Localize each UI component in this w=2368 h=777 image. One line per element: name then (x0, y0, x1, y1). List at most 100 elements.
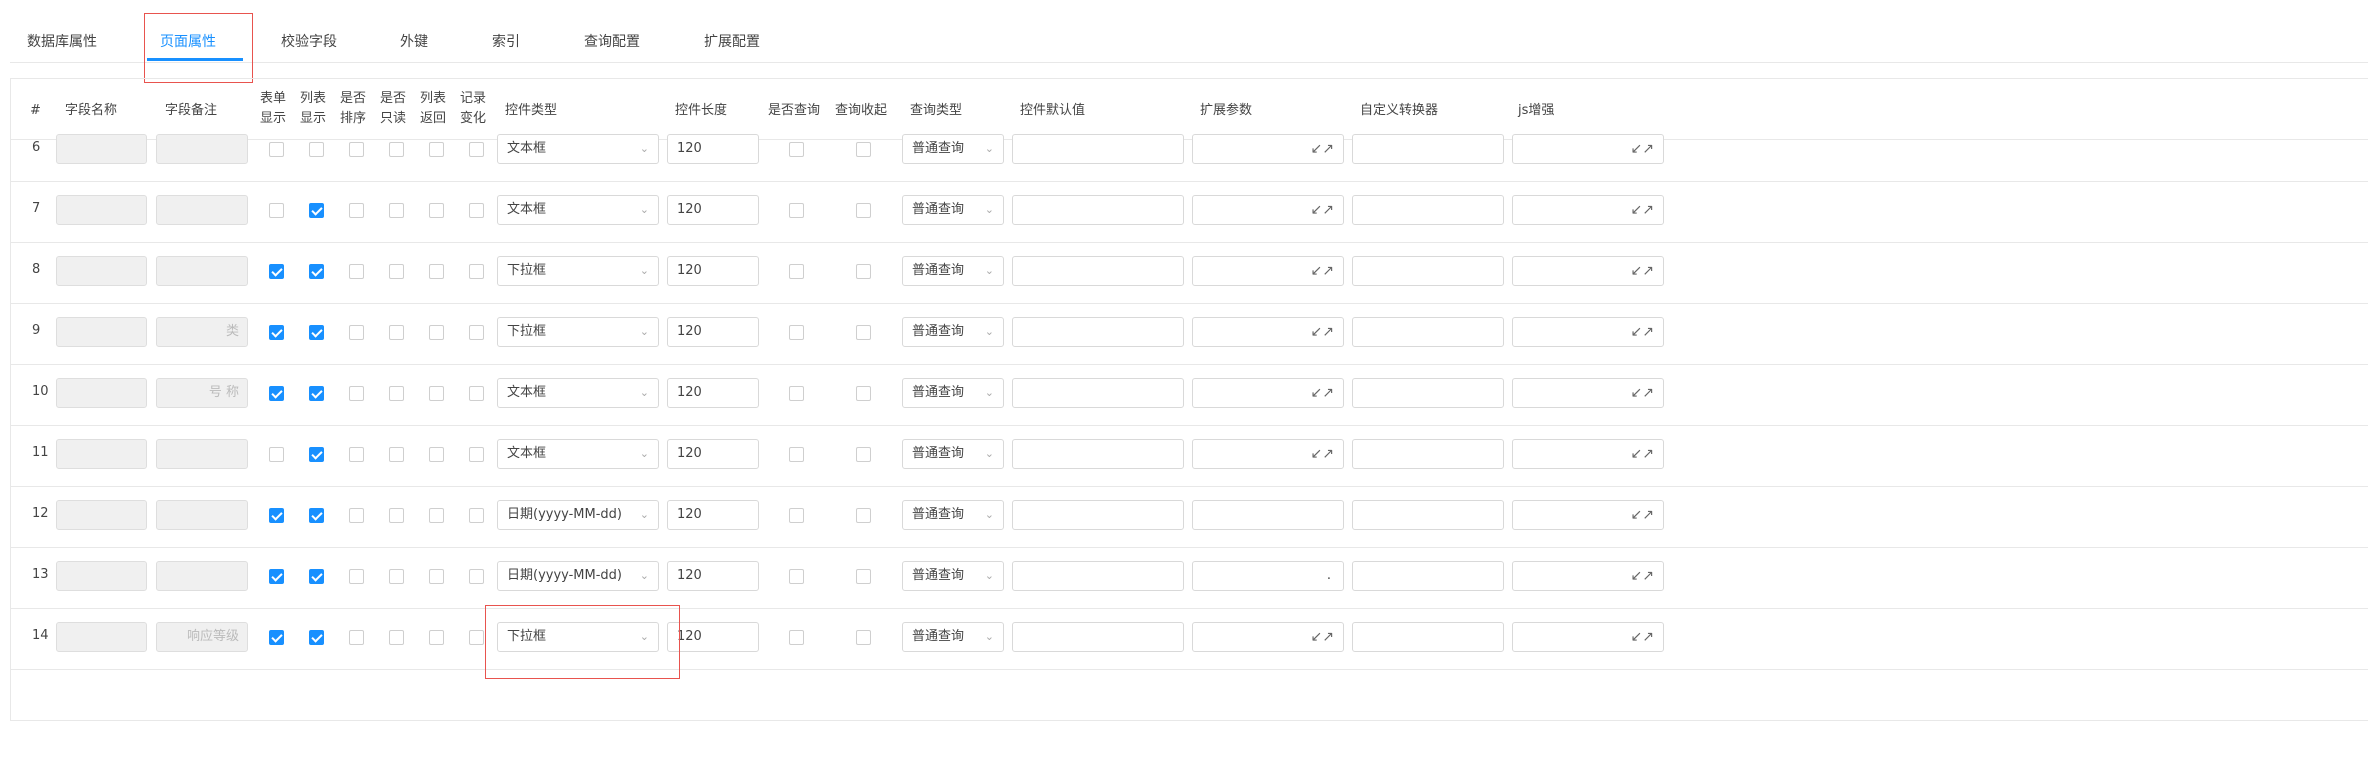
custom-converter-input[interactable] (1352, 256, 1504, 286)
expand-icon[interactable]: ↙↗ (1631, 501, 1654, 529)
custom-converter-input[interactable] (1352, 439, 1504, 469)
expand-icon[interactable]: ↙↗ (1631, 196, 1654, 224)
field-comment-input[interactable]: 响应等级 (156, 622, 248, 652)
js-enhance-input[interactable]: ↙↗ (1512, 500, 1664, 530)
field-comment-input[interactable] (156, 439, 248, 469)
list-show-checkbox[interactable] (309, 325, 324, 340)
field-name-input[interactable] (56, 195, 147, 225)
control-type-select[interactable]: 文本框 ⌄ (497, 195, 659, 225)
list-return-checkbox[interactable] (429, 630, 444, 645)
ext-params-input[interactable]: ↙↗ (1192, 195, 1344, 225)
expand-icon[interactable]: ↙↗ (1631, 135, 1654, 163)
list-return-checkbox[interactable] (429, 569, 444, 584)
custom-converter-input[interactable] (1352, 378, 1504, 408)
record-change-checkbox[interactable] (469, 569, 484, 584)
record-change-checkbox[interactable] (469, 386, 484, 401)
readonly-checkbox[interactable] (389, 508, 404, 523)
control-length-input[interactable]: 120 (667, 622, 759, 652)
tab-validation-fields[interactable]: 校验字段 (281, 31, 337, 51)
expand-icon[interactable]: ↙↗ (1631, 562, 1654, 590)
field-comment-input[interactable] (156, 195, 248, 225)
ext-params-input[interactable]: ↙↗ (1192, 317, 1344, 347)
expand-icon[interactable]: ↙↗ (1631, 379, 1654, 407)
readonly-checkbox[interactable] (389, 386, 404, 401)
js-enhance-input[interactable]: ↙↗ (1512, 622, 1664, 652)
list-return-checkbox[interactable] (429, 142, 444, 157)
expand-icon[interactable]: ↙↗ (1631, 257, 1654, 285)
query-type-select[interactable]: 普通查询 ⌄ (902, 500, 1004, 530)
query-collapse-checkbox[interactable] (856, 203, 871, 218)
field-comment-input[interactable] (156, 134, 248, 164)
query-type-select[interactable]: 普通查询 ⌄ (902, 378, 1004, 408)
form-show-checkbox[interactable] (269, 203, 284, 218)
ext-params-input[interactable]: ↙↗ (1192, 622, 1344, 652)
readonly-checkbox[interactable] (389, 203, 404, 218)
query-type-select[interactable]: 普通查询 ⌄ (902, 256, 1004, 286)
control-type-select[interactable]: 下拉框 ⌄ (497, 256, 659, 286)
record-change-checkbox[interactable] (469, 203, 484, 218)
list-show-checkbox[interactable] (309, 203, 324, 218)
control-default-input[interactable] (1012, 134, 1184, 164)
query-collapse-checkbox[interactable] (856, 447, 871, 462)
list-show-checkbox[interactable] (309, 447, 324, 462)
custom-converter-input[interactable] (1352, 500, 1504, 530)
list-show-checkbox[interactable] (309, 630, 324, 645)
control-type-select[interactable]: 日期(yyyy-MM-dd) ⌄ (497, 500, 659, 530)
control-default-input[interactable] (1012, 378, 1184, 408)
sortable-checkbox[interactable] (349, 508, 364, 523)
sortable-checkbox[interactable] (349, 630, 364, 645)
control-type-select[interactable]: 文本框 ⌄ (497, 134, 659, 164)
field-name-input[interactable] (56, 561, 147, 591)
readonly-checkbox[interactable] (389, 142, 404, 157)
control-length-input[interactable]: 120 (667, 378, 759, 408)
ext-params-input[interactable] (1192, 500, 1344, 530)
control-length-input[interactable]: 120 (667, 256, 759, 286)
control-default-input[interactable] (1012, 622, 1184, 652)
form-show-checkbox[interactable] (269, 630, 284, 645)
control-type-select[interactable]: 文本框 ⌄ (497, 439, 659, 469)
field-comment-input[interactable]: 类 (156, 317, 248, 347)
form-show-checkbox[interactable] (269, 264, 284, 279)
field-comment-input[interactable] (156, 561, 248, 591)
control-default-input[interactable] (1012, 256, 1184, 286)
sortable-checkbox[interactable] (349, 325, 364, 340)
list-show-checkbox[interactable] (309, 569, 324, 584)
query-type-select[interactable]: 普通查询 ⌄ (902, 134, 1004, 164)
expand-icon[interactable]: ↙↗ (1311, 135, 1334, 163)
control-default-input[interactable] (1012, 317, 1184, 347)
js-enhance-input[interactable]: ↙↗ (1512, 256, 1664, 286)
control-type-select[interactable]: 文本框 ⌄ (497, 378, 659, 408)
sortable-checkbox[interactable] (349, 264, 364, 279)
query-type-select[interactable]: 普通查询 ⌄ (902, 195, 1004, 225)
list-show-checkbox[interactable] (309, 142, 324, 157)
control-type-select[interactable]: 日期(yyyy-MM-dd) ⌄ (497, 561, 659, 591)
sortable-checkbox[interactable] (349, 447, 364, 462)
field-comment-input[interactable] (156, 256, 248, 286)
field-name-input[interactable] (56, 256, 147, 286)
custom-converter-input[interactable] (1352, 561, 1504, 591)
list-show-checkbox[interactable] (309, 386, 324, 401)
sortable-checkbox[interactable] (349, 569, 364, 584)
is-query-checkbox[interactable] (789, 569, 804, 584)
js-enhance-input[interactable]: ↙↗ (1512, 378, 1664, 408)
query-collapse-checkbox[interactable] (856, 569, 871, 584)
js-enhance-input[interactable]: ↙↗ (1512, 134, 1664, 164)
record-change-checkbox[interactable] (469, 264, 484, 279)
field-name-input[interactable] (56, 134, 147, 164)
tab-index[interactable]: 索引 (492, 31, 520, 51)
control-length-input[interactable]: 120 (667, 500, 759, 530)
query-type-select[interactable]: 普通查询 ⌄ (902, 622, 1004, 652)
query-type-select[interactable]: 普通查询 ⌄ (902, 317, 1004, 347)
record-change-checkbox[interactable] (469, 142, 484, 157)
query-collapse-checkbox[interactable] (856, 508, 871, 523)
query-type-select[interactable]: 普通查询 ⌄ (902, 439, 1004, 469)
control-length-input[interactable]: 120 (667, 195, 759, 225)
custom-converter-input[interactable] (1352, 134, 1504, 164)
form-show-checkbox[interactable] (269, 386, 284, 401)
readonly-checkbox[interactable] (389, 264, 404, 279)
expand-icon[interactable]: ↙↗ (1311, 196, 1334, 224)
list-return-checkbox[interactable] (429, 264, 444, 279)
control-length-input[interactable]: 120 (667, 439, 759, 469)
ext-params-input[interactable]: ↙↗ (1192, 256, 1344, 286)
is-query-checkbox[interactable] (789, 386, 804, 401)
